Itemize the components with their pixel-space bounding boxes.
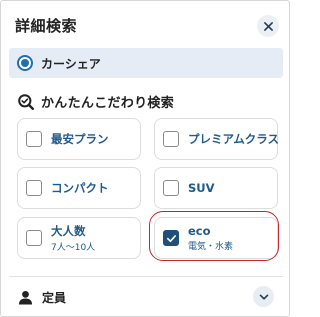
checkbox[interactable] xyxy=(163,131,179,147)
checkbox[interactable] xyxy=(26,180,42,196)
panel-title: 詳細検索 xyxy=(15,17,78,35)
carshare-radio-option[interactable]: カーシェア xyxy=(9,48,283,78)
filter-option-cheapest[interactable]: 最安プラン xyxy=(17,118,141,160)
checkbox[interactable] xyxy=(163,180,179,196)
option-sublabel: 7人〜10人 xyxy=(51,243,96,253)
checkbox[interactable] xyxy=(26,131,42,147)
radio-button[interactable] xyxy=(17,55,33,71)
capacity-section-header[interactable]: 定員 xyxy=(18,286,274,308)
checkbox[interactable] xyxy=(26,230,42,246)
capacity-label: 定員 xyxy=(42,290,67,305)
detail-search-panel: 詳細検索 カーシェア かんたんこだわり検索 最安プラン プレミアムクラス コンパ… xyxy=(0,0,290,317)
filter-option-compact[interactable]: コンパクト xyxy=(17,167,141,209)
search-check-icon xyxy=(18,93,34,110)
divider xyxy=(9,276,283,277)
filter-heading: かんたんこだわり検索 xyxy=(18,92,174,111)
carshare-label: カーシェア xyxy=(41,56,101,71)
close-icon xyxy=(263,21,273,31)
person-icon xyxy=(18,290,33,305)
option-label: SUV xyxy=(188,181,215,195)
expand-button[interactable] xyxy=(253,286,274,307)
option-label: プレミアムクラス xyxy=(188,132,279,146)
option-label: コンパクト xyxy=(51,181,109,195)
option-label: 大人数 xyxy=(51,224,86,238)
filter-option-suv[interactable]: SUV xyxy=(154,167,278,209)
close-button[interactable] xyxy=(257,15,279,37)
filter-heading-label: かんたんこだわり検索 xyxy=(41,96,175,111)
chevron-down-icon xyxy=(259,294,268,300)
filter-option-large-group[interactable]: 大人数 7人〜10人 xyxy=(17,217,141,259)
option-label: 最安プラン xyxy=(51,132,109,146)
radio-selected-dot xyxy=(21,59,29,67)
filter-option-premium[interactable]: プレミアムクラス xyxy=(154,118,279,160)
highlight-annotation xyxy=(149,211,279,261)
